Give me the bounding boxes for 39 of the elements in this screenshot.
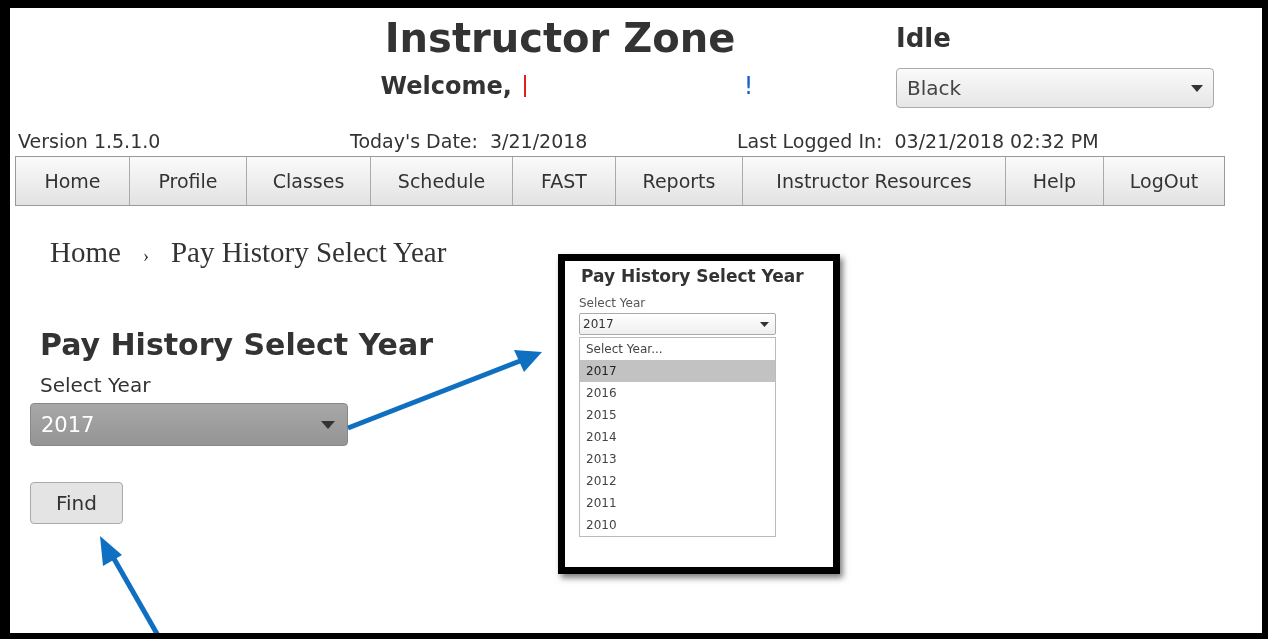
field-label: Select Year <box>40 373 151 397</box>
redaction-mark <box>523 75 526 97</box>
nav-item[interactable]: Instructor Resources <box>743 157 1006 205</box>
breadcrumb-current: Pay History Select Year <box>170 236 447 269</box>
dropdown-option[interactable]: 2017 <box>580 360 775 382</box>
dropdown-option[interactable]: 2015 <box>580 404 775 426</box>
app-title: Instructor Zone <box>384 14 736 62</box>
status-text: Idle <box>896 22 952 54</box>
breadcrumb-separator: › <box>142 246 149 267</box>
last-logged-in: Last Logged In: 03/21/2018 02:32 PM <box>737 130 1099 152</box>
version-text: Version 1.5.1.0 <box>18 130 162 152</box>
inset-year-select[interactable]: 2017 <box>579 313 776 335</box>
nav-item[interactable]: Help <box>1006 157 1104 205</box>
dropdown-option[interactable]: 2016 <box>580 382 775 404</box>
caret-icon <box>321 420 335 429</box>
nav-item[interactable]: Schedule <box>371 157 513 205</box>
theme-select[interactable]: Black <box>896 68 1214 108</box>
nav-item[interactable]: FAST <box>513 157 616 205</box>
dropdown-option[interactable]: 2013 <box>580 448 775 470</box>
nav-item[interactable]: LogOut <box>1104 157 1224 205</box>
dropdown-option[interactable]: 2014 <box>580 426 775 448</box>
caret-icon <box>760 321 769 327</box>
nav-item[interactable]: Classes <box>247 157 371 205</box>
nav-item[interactable]: Reports <box>616 157 743 205</box>
breadcrumb-link[interactable]: Home <box>50 236 121 269</box>
nav-item[interactable]: Profile <box>130 157 247 205</box>
dropdown-option[interactable]: Select Year... <box>580 338 775 360</box>
dropdown-option[interactable]: 2012 <box>580 470 775 492</box>
todays-date: Today's Date: 3/21/2018 <box>350 130 589 152</box>
inset-heading: Pay History Select Year <box>581 266 805 286</box>
welcome-exclamation: ! <box>743 72 754 100</box>
find-button[interactable]: Find <box>30 482 123 524</box>
nav-item[interactable]: Home <box>16 157 130 205</box>
caret-icon <box>1191 84 1203 92</box>
welcome-text: Welcome, <box>380 72 512 100</box>
page-heading: Pay History Select Year <box>40 326 433 364</box>
inset-field-label: Select Year <box>579 296 647 310</box>
dropdown-option[interactable]: 2010 <box>580 514 775 536</box>
dropdown-option[interactable]: 2011 <box>580 492 775 514</box>
